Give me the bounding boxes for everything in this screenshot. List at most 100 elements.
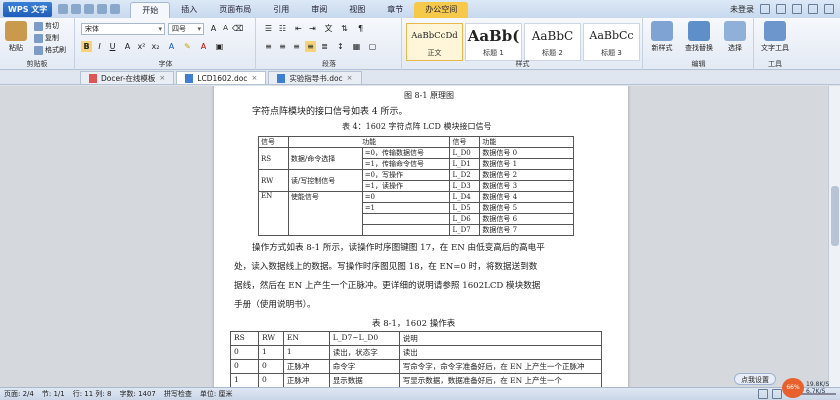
undo-icon[interactable]	[97, 4, 108, 14]
tab-office-space[interactable]: 办公空间	[414, 2, 469, 18]
align-center-icon[interactable]: ≡	[277, 41, 288, 52]
format-painter-button[interactable]: 格式刷	[34, 45, 66, 55]
page-indicator[interactable]: 页面: 2/4	[0, 388, 38, 400]
document-page[interactable]: 图 8-1 原理图 字符点阵模块的接口信号如表 4 所示。 表 4：1602 字…	[214, 86, 628, 387]
bold-icon[interactable]: B	[81, 41, 92, 52]
close-icon[interactable]	[824, 4, 834, 14]
table-cell: RW	[258, 169, 289, 192]
performance-badge[interactable]: 66%	[782, 378, 804, 398]
style-heading-1[interactable]: AaBb( 标题 1	[465, 23, 522, 61]
style-heading-2[interactable]: AaBbC 标题 2	[524, 23, 581, 61]
tab-page-layout[interactable]: 页面布局	[208, 2, 262, 18]
grow-font-icon[interactable]: A	[208, 23, 219, 34]
font-family-select[interactable]: 宋体	[81, 23, 165, 35]
outdent-icon[interactable]: ⇤	[293, 23, 304, 34]
select-button[interactable]: 选择	[720, 21, 750, 53]
upload-speed: 19.8K/S	[806, 381, 830, 388]
subscript-icon[interactable]: x₂	[150, 41, 161, 52]
highlight-icon[interactable]: ✎	[182, 41, 193, 52]
style-heading-3[interactable]: AaBbCc 标题 3	[583, 23, 640, 61]
tab-references[interactable]: 引用	[262, 2, 300, 18]
bullets-icon[interactable]: ☰	[263, 23, 274, 34]
new-style-button[interactable]: 新样式	[646, 21, 678, 53]
text-effect-icon[interactable]: A	[166, 41, 177, 52]
body-line: 操作方式如表 8-1 所示，读操作时序图键图 17，在 EN 由低变高后的高电平	[252, 243, 545, 253]
download-speed: 6.7K/S	[806, 388, 826, 395]
spell-check[interactable]: 拼写检查	[160, 388, 196, 400]
table-cell: 显示数据	[328, 373, 400, 387]
help-icon[interactable]	[776, 4, 786, 14]
table-header: EN	[282, 331, 330, 346]
text-tools-icon	[764, 21, 786, 41]
skin-icon[interactable]	[760, 4, 770, 14]
table-header: 信号	[258, 136, 289, 148]
doc-tab-docer[interactable]: Docer-在线模板 ×	[80, 71, 175, 85]
vertical-scrollbar[interactable]	[828, 86, 840, 387]
strikethrough-icon[interactable]: A	[122, 41, 133, 52]
table-header-row: 信号 功能 信号 功能	[258, 136, 574, 148]
redo-icon[interactable]	[110, 4, 121, 14]
align-left-icon[interactable]: ≡	[263, 41, 274, 52]
copy-button[interactable]: 复制	[34, 33, 59, 43]
shrink-font-icon[interactable]: A	[220, 23, 231, 34]
indent-icon[interactable]: ⇥	[307, 23, 318, 34]
show-marks-icon[interactable]: ¶	[355, 23, 366, 34]
font-size-select[interactable]: 四号	[168, 23, 204, 35]
chinese-layout-icon[interactable]: 文	[323, 23, 334, 34]
font-color-icon[interactable]: A	[198, 41, 209, 52]
document-workspace[interactable]: 图 8-1 原理图 字符点阵模块的接口信号如表 4 所示。 表 4：1602 字…	[0, 86, 828, 387]
distributed-icon[interactable]: ≣	[319, 41, 330, 52]
close-tab-icon[interactable]: ×	[347, 72, 353, 85]
table-cell: 读/写控制信号	[287, 169, 363, 192]
close-tab-icon[interactable]: ×	[159, 72, 165, 85]
line-spacing-icon[interactable]: ↕	[335, 41, 346, 52]
save-icon[interactable]	[58, 4, 69, 14]
tab-review[interactable]: 审阅	[300, 2, 338, 18]
tab-section[interactable]: 章节	[376, 2, 414, 18]
reading-mode-icon[interactable]	[772, 389, 782, 399]
sort-icon[interactable]: ⇅	[339, 23, 350, 34]
new-style-icon	[651, 21, 673, 41]
style-sample: AaBbC	[531, 29, 574, 43]
underline-icon[interactable]: U	[107, 41, 118, 52]
tab-home[interactable]: 开始	[130, 2, 171, 18]
borders-icon[interactable]: ▢	[367, 41, 378, 52]
text-tools-button[interactable]: 文字工具	[757, 21, 793, 53]
scroll-thumb[interactable]	[831, 186, 839, 246]
preview-icon[interactable]	[84, 4, 95, 14]
shading-icon[interactable]: ▦	[351, 41, 362, 52]
print-icon[interactable]	[71, 4, 82, 14]
clear-format-icon[interactable]: ⌫	[232, 23, 243, 34]
char-border-icon[interactable]: ▣	[214, 41, 225, 52]
style-normal[interactable]: AaBbCcDd 正文	[406, 23, 463, 61]
minimize-icon[interactable]	[792, 4, 802, 14]
table-cell: 数据/命令选择	[287, 147, 363, 170]
operation-table: RS RW EN L_D7~L_D0 说明 0 1 1 读出，状态字 读出 0 …	[230, 331, 603, 387]
italic-icon[interactable]: I	[94, 41, 105, 52]
doc-tab-label: 实验指导书.doc	[289, 73, 343, 83]
login-status[interactable]: 未登录	[730, 4, 754, 15]
close-tab-icon[interactable]: ×	[251, 72, 257, 85]
tab-insert[interactable]: 插入	[170, 2, 208, 18]
table-row: 1 0 正脉冲 显示数据 写显示数据，数据准备好后，在 EN 上产生一个	[230, 373, 603, 387]
word-count[interactable]: 字数: 1407	[115, 388, 159, 400]
table-header: 说明	[398, 331, 603, 346]
find-replace-label: 查找替换	[685, 44, 713, 52]
justify-icon[interactable]: ≡	[305, 41, 316, 52]
paste-button[interactable]: 粘贴	[4, 21, 28, 53]
superscript-icon[interactable]: x²	[136, 41, 147, 52]
doc-tab-guide[interactable]: 实验指导书.doc ×	[268, 71, 362, 85]
find-replace-button[interactable]: 查找替换	[680, 21, 718, 53]
doc-tab-lcd1602[interactable]: LCD1602.doc ×	[176, 71, 267, 85]
maximize-icon[interactable]	[808, 4, 818, 14]
view-mode-icon[interactable]	[758, 389, 768, 399]
style-name: 正文	[427, 49, 442, 57]
numbering-icon[interactable]: ☷	[277, 23, 288, 34]
network-speed: 19.8K/S 6.7K/S	[806, 381, 829, 395]
tab-view[interactable]: 视图	[338, 2, 376, 18]
app-menu-button[interactable]: WPS 文字	[3, 1, 53, 17]
align-right-icon[interactable]: ≡	[291, 41, 302, 52]
settings-notify-bubble[interactable]: 点我设置	[734, 373, 776, 385]
table-cell: 正脉冲	[282, 359, 330, 374]
cut-button[interactable]: 剪切	[34, 21, 59, 31]
